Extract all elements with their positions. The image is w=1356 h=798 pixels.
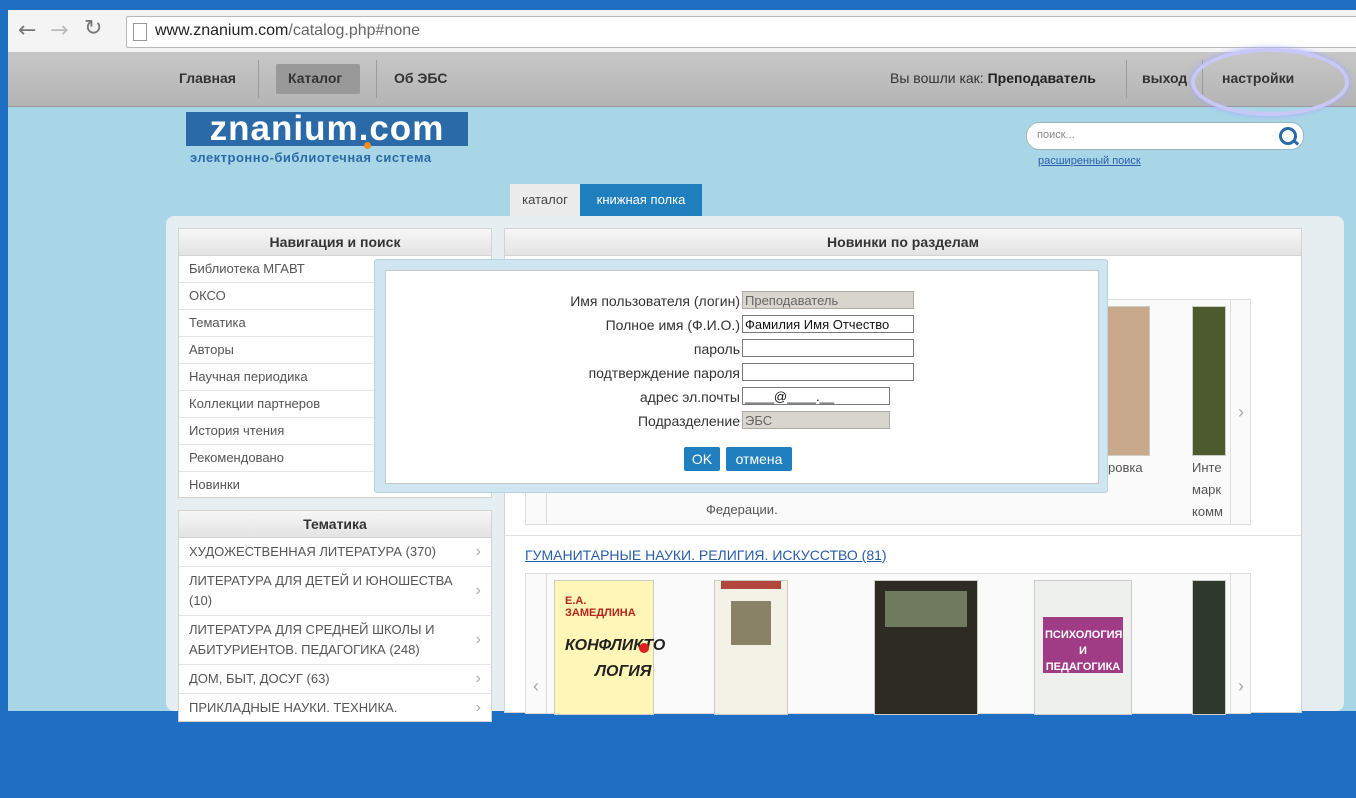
cover-band — [721, 581, 781, 589]
nav-divider — [258, 60, 259, 98]
top-nav: Главная Каталог Об ЭБС Вы вошли как: Пре… — [8, 48, 1356, 116]
fullname-field[interactable]: Фамилия Имя Отчество — [742, 315, 914, 333]
chevron-right-icon: › — [475, 670, 481, 687]
logout-link[interactable]: выход — [1142, 70, 1187, 86]
browser-toolbar: ← → ↻ www.znanium.com/catalog.php#none — [8, 10, 1356, 53]
book-cover[interactable] — [874, 580, 978, 715]
book-cover[interactable]: ПСИХОЛОГИЯ И ПЕДАГОГИКА — [1034, 580, 1132, 715]
book-cover-author: Е.А. ЗАМЕДЛИНА — [565, 595, 636, 619]
cancel-button[interactable]: отмена — [726, 447, 792, 471]
book-title: Федерации. — [706, 502, 778, 517]
nav-divider — [1126, 60, 1127, 98]
nav-home[interactable]: Главная — [179, 70, 236, 86]
settings-dialog: Имя пользователя (логин) Преподаватель П… — [385, 270, 1099, 484]
password-field[interactable] — [742, 339, 914, 357]
search-input[interactable]: поиск... — [1026, 122, 1304, 150]
ok-button[interactable]: OK — [684, 447, 720, 471]
book-title: ровка — [1108, 460, 1143, 475]
chevron-left-icon[interactable]: ‹ — [526, 574, 547, 713]
logged-in-status: Вы вошли как: Преподаватель — [890, 70, 1096, 86]
section-link-humanities[interactable]: ГУМАНИТАРНЫЕ НАУКИ. РЕЛИГИЯ. ИСКУССТВО (… — [525, 547, 887, 563]
book-title: комм — [1192, 504, 1223, 519]
chevron-right-icon[interactable]: › — [1230, 574, 1251, 713]
theme-item[interactable]: ДОМ, БЫТ, ДОСУГ (63) › — [179, 665, 491, 694]
themes-panel: Тематика ХУДОЖЕСТВЕННАЯ ЛИТЕРАТУРА (370)… — [178, 510, 492, 722]
arrow-right-icon[interactable]: → — [50, 18, 68, 43]
address-bar[interactable]: www.znanium.com/catalog.php#none — [126, 16, 1356, 48]
theme-label: ДОМ, БЫТ, ДОСУГ (63) — [189, 671, 330, 686]
advanced-search-link[interactable]: расширенный поиск — [1038, 155, 1141, 167]
logo-subtitle: электронно-библиотечная система — [190, 150, 432, 165]
theme-item[interactable]: ЛИТЕРАТУРА ДЛЯ СРЕДНЕЙ ШКОЛЫ И АБИТУРИЕН… — [179, 616, 491, 665]
logged-prefix: Вы вошли как: — [890, 70, 984, 86]
chevron-right-icon[interactable]: › — [1230, 300, 1251, 524]
nav-divider — [376, 60, 377, 98]
chevron-right-icon: › — [475, 543, 481, 560]
book-title: Инте — [1192, 460, 1222, 475]
book-title: марк — [1192, 482, 1222, 497]
search-icon[interactable] — [1279, 127, 1297, 145]
page-icon — [133, 23, 147, 41]
book-cover[interactable] — [1192, 580, 1226, 715]
url-host: www.znanium.com — [155, 22, 289, 39]
theme-item[interactable]: ПРИКЛАДНЫЕ НАУКИ. ТЕХНИКА. › — [179, 694, 491, 722]
book-cover-title: КОНФЛИКТО — [565, 637, 666, 654]
tab-catalog[interactable]: каталог — [510, 184, 580, 216]
book-cover[interactable] — [714, 580, 788, 715]
chevron-right-icon: › — [475, 582, 481, 599]
theme-item[interactable]: ЛИТЕРАТУРА ДЛЯ ДЕТЕЙ И ЮНОШЕСТВА (10) › — [179, 567, 491, 616]
chevron-right-icon: › — [475, 631, 481, 648]
news-panel-title: Новинки по разделам — [505, 229, 1301, 256]
book-cover-title: ПСИХОЛОГИЯ И ПЕДАГОГИКА — [1045, 629, 1123, 673]
fullname-label: Полное имя (Ф.И.О.) — [605, 317, 740, 333]
theme-item[interactable]: ХУДОЖЕСТВЕННАЯ ЛИТЕРАТУРА (370) › — [179, 538, 491, 567]
theme-label: ПРИКЛАДНЫЕ НАУКИ. ТЕХНИКА. — [189, 700, 398, 715]
department-field: ЭБС — [742, 411, 890, 429]
login-field: Преподаватель — [742, 291, 914, 309]
email-field[interactable]: ____@____.__ — [742, 387, 890, 405]
password-label: пароль — [693, 341, 740, 357]
logo-dot — [364, 142, 371, 149]
reload-icon[interactable]: ↻ — [84, 16, 102, 41]
chevron-right-icon: › — [475, 699, 481, 716]
nav-about[interactable]: Об ЭБС — [394, 70, 447, 86]
url-path: /catalog.php#none — [288, 22, 421, 39]
theme-label: ХУДОЖЕСТВЕННАЯ ЛИТЕРАТУРА (370) — [189, 544, 436, 559]
site: Главная Каталог Об ЭБС Вы вошли как: Пре… — [8, 48, 1356, 722]
settings-dialog-frame: Имя пользователя (логин) Преподаватель П… — [374, 259, 1108, 493]
cover-illustration — [885, 591, 967, 627]
book-cover-title: ЛОГИЯ — [595, 663, 652, 680]
theme-label: ЛИТЕРАТУРА ДЛЯ СРЕДНЕЙ ШКОЛЫ И АБИТУРИЕН… — [189, 622, 435, 657]
login-label: Имя пользователя (логин) — [570, 293, 740, 309]
book-cover[interactable] — [1192, 306, 1226, 456]
settings-highlight-ring — [1191, 48, 1349, 116]
email-label: адрес эл.почты — [639, 389, 740, 405]
arrow-left-icon[interactable]: ← — [18, 18, 36, 43]
themes-panel-title: Тематика — [179, 511, 491, 538]
nav-panel-title: Навигация и поиск — [179, 229, 491, 256]
cover-dot-icon — [639, 643, 649, 653]
password-confirm-field[interactable] — [742, 363, 914, 381]
theme-label: ЛИТЕРАТУРА ДЛЯ ДЕТЕЙ И ЮНОШЕСТВА (10) — [189, 573, 453, 608]
site-logo[interactable]: znanium.com — [186, 111, 468, 146]
cover-illustration — [731, 601, 771, 645]
logged-user: Преподаватель — [987, 70, 1096, 86]
url-text: www.znanium.com/catalog.php#none — [155, 22, 420, 40]
department-label: Подразделение — [637, 413, 740, 429]
book-cover[interactable]: Е.А. ЗАМЕДЛИНА КОНФЛИКТО ЛОГИЯ — [554, 580, 665, 715]
password-confirm-label: подтверждение пароля — [588, 365, 740, 381]
search-placeholder: поиск... — [1037, 129, 1075, 141]
book-carousel: ‹ › Е.А. ЗАМЕДЛИНА КОНФЛИКТО ЛОГИЯ ПСИХО… — [525, 573, 1251, 715]
tab-book-shelf[interactable]: книжная полка — [580, 184, 702, 216]
nav-catalog[interactable]: Каталог — [288, 70, 342, 86]
section-divider — [505, 535, 1301, 536]
